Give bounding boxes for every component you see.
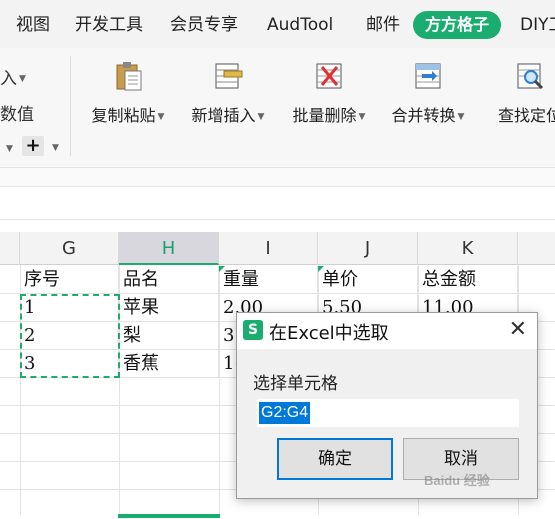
batch-delete-button[interactable]: 批量删除 ▼ (281, 58, 377, 138)
ribbon: 入 ▼ 数值 ▼ + ▼ 复制粘贴 ▼ 新增插入 ▼ 批量删除 ▼ 合并转换 ▼… (0, 48, 555, 168)
cell-g1[interactable]: 序号 (20, 266, 119, 294)
caret-down-icon: ▼ (358, 111, 366, 122)
range-input-value: G2:G4 (259, 402, 311, 424)
batch-delete-label: 批量删除 (292, 106, 357, 125)
merge-convert-icon (415, 63, 441, 89)
delete-icon (316, 63, 342, 89)
find-locate-icon (517, 63, 544, 90)
tab-audtool[interactable]: AudTool (267, 11, 333, 39)
dialog-title: 在Excel中选取 (269, 323, 389, 344)
menu-bar: 视图 开发工具 会员专享 AudTool 邮件 方方格子 DIY工 (0, 0, 555, 48)
cell-i1[interactable]: 重量 (219, 266, 318, 294)
dialog-titlebar[interactable]: S 在Excel中选取 ✕ (237, 313, 537, 349)
copy-paste-label: 复制粘贴 (91, 106, 156, 125)
cell-h2[interactable]: 苹果 (119, 294, 219, 322)
range-input[interactable]: G2:G4 (257, 399, 519, 427)
clipboard-icon (116, 62, 142, 91)
select-cell-label: 选择单元格 (253, 374, 338, 394)
comment-indicator (219, 266, 225, 272)
plus-button[interactable]: + (22, 136, 44, 156)
cell-h3[interactable]: 梨 (119, 322, 219, 350)
ribbon-separator (70, 56, 71, 156)
tab-diy[interactable]: DIY工 (520, 11, 555, 39)
corner-header (0, 232, 20, 265)
tab-view[interactable]: 视图 (16, 11, 50, 39)
copy-paste-button[interactable]: 复制粘贴 ▼ (80, 58, 176, 138)
column-header-j[interactable]: J (318, 232, 418, 265)
ok-button[interactable]: 确定 (277, 438, 393, 480)
caret-down-icon: ▼ (52, 143, 59, 153)
column-header-h[interactable]: H (119, 232, 219, 265)
caret-down-icon: ▼ (457, 111, 465, 122)
close-icon[interactable]: ✕ (509, 317, 527, 342)
cell-k1[interactable]: 总金额 (418, 266, 518, 294)
tab-fangfang-gezi[interactable]: 方方格子 (413, 11, 502, 39)
caret-down-icon: ▼ (19, 74, 26, 84)
caret-down-icon: ▼ (257, 111, 265, 122)
horizontal-scroll-thumb[interactable] (118, 514, 220, 518)
column-header-i[interactable]: I (219, 232, 318, 265)
column-header-l[interactable] (518, 232, 555, 265)
column-header-k[interactable]: K (418, 232, 518, 265)
tab-member[interactable]: 会员专享 (170, 11, 238, 39)
tab-mail[interactable]: 邮件 (366, 11, 400, 39)
comment-indicator (318, 266, 324, 272)
merge-convert-label: 合并转换 (391, 106, 456, 125)
insert-button[interactable]: 新增插入 ▼ (180, 58, 276, 138)
ribbon-left-fragment-2[interactable]: 数值 (0, 100, 34, 125)
formula-bar[interactable] (0, 186, 555, 220)
watermark: Baidu 经验 (424, 473, 490, 488)
cell-h1[interactable]: 品名 (119, 266, 219, 294)
selection-marquee (20, 294, 120, 378)
cell-h4[interactable]: 香蕉 (119, 350, 219, 378)
app-logo-icon: S (243, 320, 263, 340)
tab-developer-tools[interactable]: 开发工具 (75, 11, 143, 39)
find-locate-label: 查找定位 (497, 106, 555, 125)
caret-down-icon: ▼ (157, 111, 165, 122)
caret-down-icon: ▼ (6, 144, 13, 154)
ribbon-left-fragment-1[interactable]: 入 ▼ (0, 64, 26, 89)
select-range-dialog: S 在Excel中选取 ✕ 选择单元格 G2:G4 确定 取消 (236, 312, 538, 499)
ribbon-gap (0, 168, 555, 186)
merge-convert-button[interactable]: 合并转换 ▼ (380, 58, 476, 138)
column-header-g[interactable]: G (20, 232, 119, 265)
ribbon-left-fragment-1-label: 入 (0, 69, 17, 89)
cell-j1[interactable]: 单价 (318, 266, 418, 294)
insert-label: 新增插入 (191, 106, 256, 125)
find-locate-button[interactable]: 查找定位 (482, 58, 555, 138)
insert-icon (215, 63, 243, 89)
